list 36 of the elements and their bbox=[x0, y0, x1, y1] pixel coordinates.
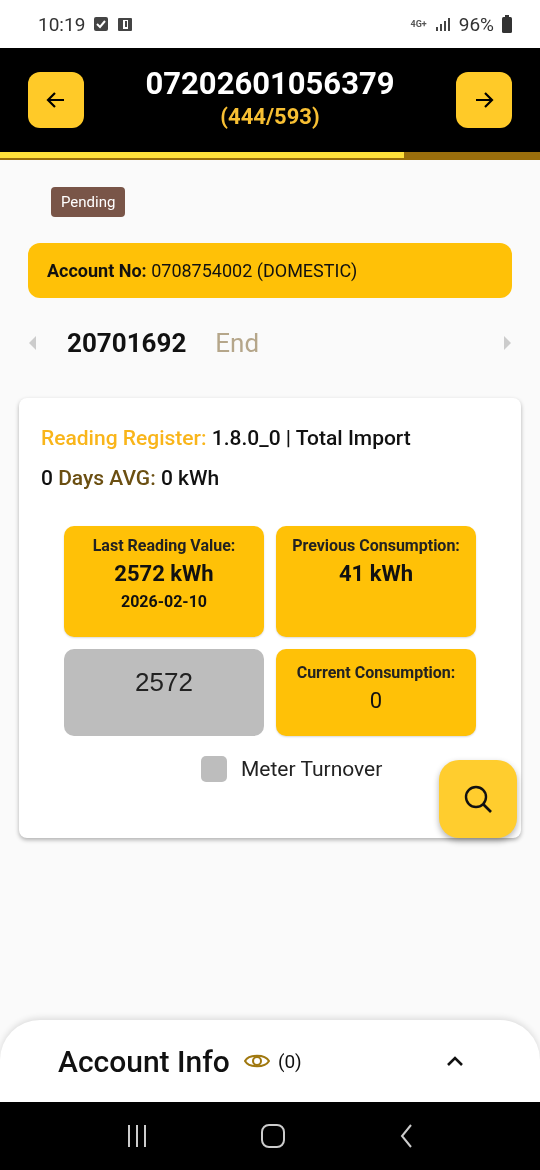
chevron-up-icon[interactable] bbox=[446, 1055, 464, 1067]
item-count: (0) bbox=[277, 1049, 302, 1073]
app-notification-icon bbox=[117, 16, 134, 32]
reading-register: Reading Register: 1.8.0_0 | Total Import bbox=[41, 426, 412, 450]
back-icon[interactable] bbox=[399, 1124, 413, 1148]
checkbox-notification-icon bbox=[93, 16, 110, 32]
eye-icon bbox=[243, 1052, 270, 1070]
clock-time: 10:19 bbox=[38, 12, 86, 36]
search-icon bbox=[463, 784, 493, 814]
days-average: 0 Days AVG: 0 kWh bbox=[41, 466, 221, 490]
meter-id-title: 07202601056379 bbox=[145, 65, 395, 102]
meter-position: End bbox=[215, 328, 260, 358]
battery-icon bbox=[502, 15, 512, 33]
next-button[interactable] bbox=[456, 72, 512, 128]
tile-value: 41 kWh bbox=[338, 561, 413, 586]
tile-date: 2026-02-10 bbox=[120, 592, 207, 611]
meter-number: 20701692 bbox=[67, 328, 187, 358]
tile-value: 2572 kWh bbox=[114, 561, 214, 586]
checkbox[interactable] bbox=[201, 756, 227, 782]
tile-label: Previous Consumption: bbox=[292, 536, 460, 555]
tile-label: Current Consumption: bbox=[296, 663, 456, 682]
status-badge: Pending bbox=[51, 187, 126, 217]
search-button[interactable] bbox=[439, 760, 517, 838]
reading-input[interactable]: 2572 bbox=[64, 649, 264, 736]
tile-value: 0 bbox=[369, 688, 383, 713]
record-counter: (444/593) bbox=[220, 104, 320, 129]
back-button[interactable] bbox=[28, 72, 84, 128]
network-type: 4G+ bbox=[410, 19, 427, 29]
tile-label: Last Reading Value: bbox=[92, 536, 236, 555]
recent-apps-icon[interactable] bbox=[127, 1125, 148, 1147]
battery-percent: 96% bbox=[458, 12, 494, 36]
section-title: Account Info bbox=[58, 1043, 230, 1079]
signal-icon bbox=[434, 16, 451, 32]
account-number: Account No: 0708754002 (DOMESTIC) bbox=[47, 260, 358, 281]
checkbox-label: Meter Turnover bbox=[241, 757, 383, 781]
home-icon[interactable] bbox=[261, 1124, 286, 1148]
